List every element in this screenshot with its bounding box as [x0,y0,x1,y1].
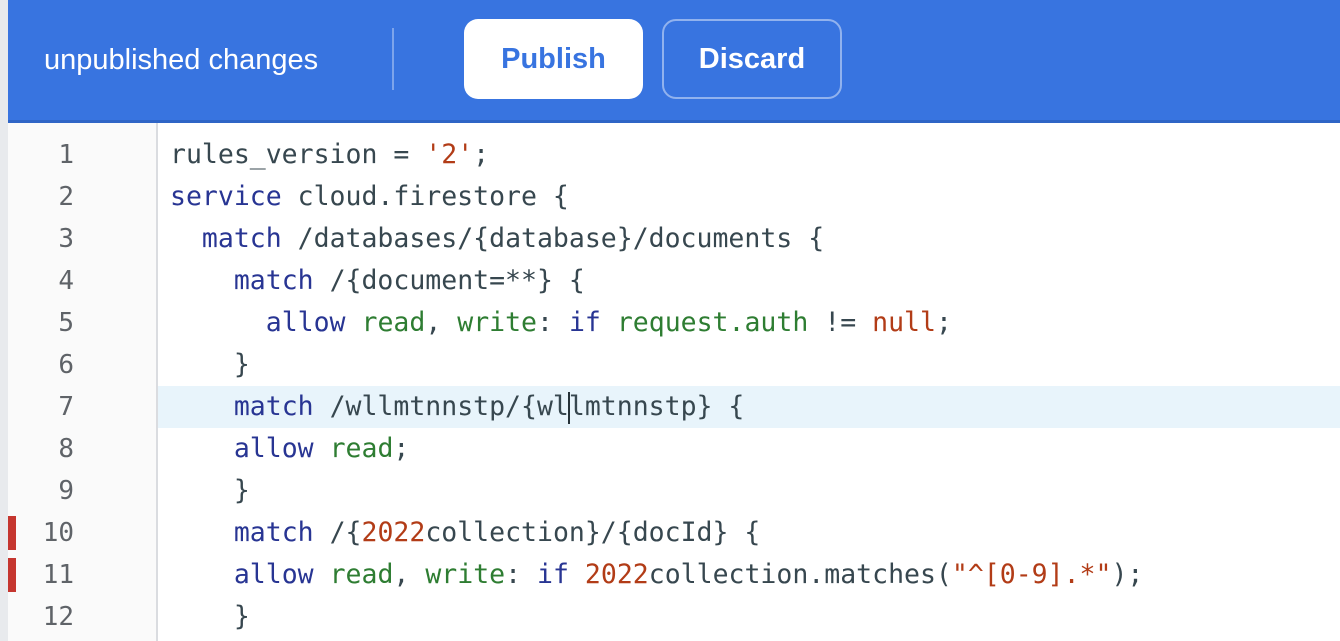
code-text: rules_version = '2'; [170,139,490,170]
text-cursor [567,391,570,424]
code-text: } [170,601,250,632]
line-number: 9 [58,476,74,506]
code-text: allow read, write: if request.auth != nu… [265,307,952,338]
code-text: match /{document=**} { [233,265,585,296]
code-text: match /databases/{database}/documents { [201,223,825,254]
code-line[interactable]: 8 allow read; [8,428,1340,470]
code-line[interactable]: 2 service cloud.firestore { [8,176,1340,218]
code-line-active[interactable]: match /wllmtnnstp/{wllmtnnstp} { [158,386,1340,428]
line-number: 5 [58,308,74,338]
code-line[interactable]: 3 match /databases/{database}/documents … [8,218,1340,260]
line-number-row: 7 [8,386,156,428]
publish-button[interactable]: Publish [464,19,643,99]
code-line-error[interactable]: 10 match /{2022collection}/{docId} { [8,512,1340,554]
code-text: match /{2022collection}/{docId} { [233,517,761,548]
code-line-error[interactable]: 11 allow read, write: if 2022collection.… [8,554,1340,596]
code-editor[interactable]: 1 rules_version = '2'; 2 service cloud.f… [8,123,1340,641]
code-line[interactable]: 9 } [8,470,1340,512]
code-text: allow read, write: if 2022collection.mat… [233,559,1144,590]
left-strip [0,0,8,641]
line-number: 8 [58,434,74,464]
code-text: } [170,349,250,380]
toolbar-divider [392,28,394,90]
line-number: 10 [42,518,74,548]
line-number: 6 [58,350,74,380]
line-number: 7 [58,392,74,422]
line-number: 11 [42,560,74,590]
line-number: 2 [58,182,74,212]
rules-toolbar: unpublished changes Publish Discard [8,0,1340,123]
code-text: service cloud.firestore { [170,181,569,212]
line-number: 4 [58,266,74,296]
line-number: 12 [42,602,74,632]
line-number: 1 [58,140,74,170]
code-line[interactable]: 4 match /{document=**} { [8,260,1340,302]
code-line[interactable]: 5 allow read, write: if request.auth != … [8,302,1340,344]
code-text: allow read; [233,433,410,464]
code-line[interactable]: 6 } [8,344,1340,386]
code-line[interactable]: 12 } [8,596,1340,638]
unpublished-status: unpublished changes [44,44,319,76]
code-line[interactable]: 1 rules_version = '2'; [8,134,1340,176]
discard-button[interactable]: Discard [662,19,842,99]
line-number: 3 [58,224,74,254]
code-text: match /wllmtnnstp/{wllmtnnstp} { [233,391,745,424]
code-text: } [170,475,250,506]
